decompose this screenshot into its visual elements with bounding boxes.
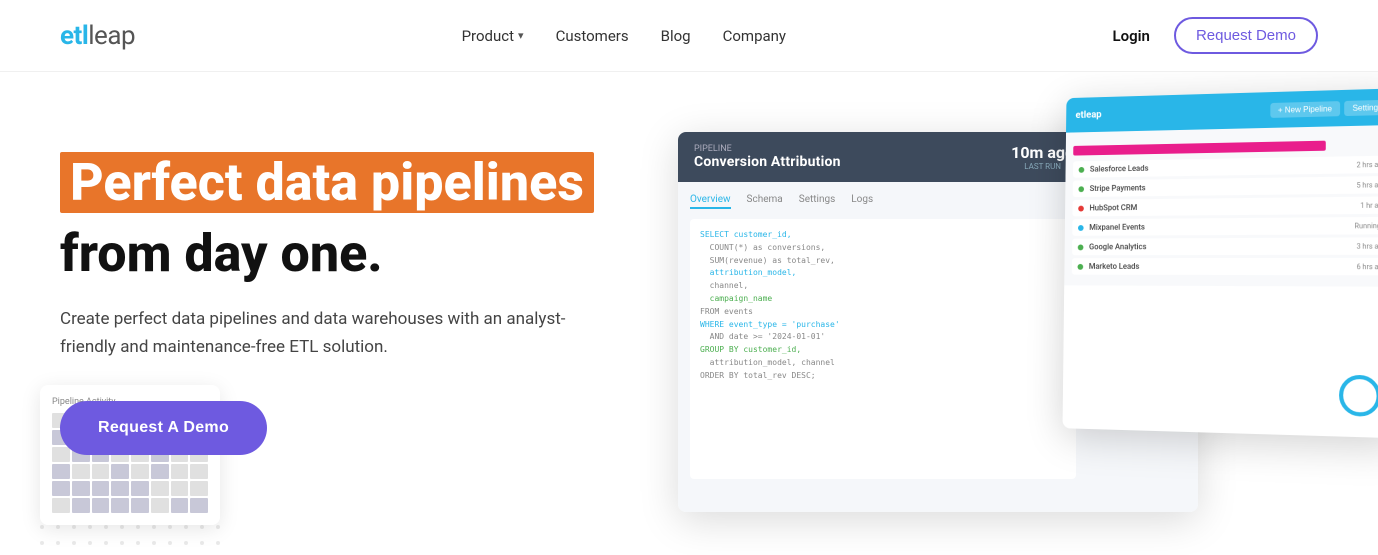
pipeline-name: Salesforce Leads bbox=[1090, 160, 1351, 173]
tab-settings[interactable]: Settings bbox=[799, 194, 836, 209]
headline-rest: from day one. bbox=[60, 225, 383, 282]
nav-customers[interactable]: Customers bbox=[556, 27, 629, 45]
second-logo: etleap bbox=[1075, 109, 1101, 120]
login-link[interactable]: Login bbox=[1113, 27, 1150, 45]
subheadline: Create perfect data pipelines and data w… bbox=[60, 306, 580, 360]
tab-logs[interactable]: Logs bbox=[851, 194, 873, 209]
pipeline-name: Marketo Leads bbox=[1089, 262, 1351, 271]
pipeline-list: Salesforce Leads 2 hrs ago Stripe Payments… bbox=[1064, 125, 1378, 287]
pipeline-label: PIPELINE bbox=[694, 144, 1001, 154]
nav-company[interactable]: Company bbox=[723, 27, 786, 45]
list-item[interactable]: Google Analytics 3 hrs ago bbox=[1072, 237, 1378, 255]
status-dot bbox=[1078, 205, 1084, 211]
status-dot bbox=[1078, 225, 1084, 231]
new-pipeline-btn[interactable]: + New Pipeline bbox=[1270, 101, 1340, 118]
circle-decoration bbox=[1339, 375, 1378, 417]
pipeline-name: Conversion Attribution bbox=[694, 154, 1001, 170]
accent-bar bbox=[1073, 141, 1326, 156]
logo-etl: etl bbox=[60, 21, 88, 51]
headline-highlight: Perfect data pipelines bbox=[60, 152, 594, 213]
nav-blog[interactable]: Blog bbox=[661, 27, 691, 45]
navbar: etlleap Product Customers Blog Company L… bbox=[0, 0, 1378, 72]
headline: Perfect data pipelines from day one. bbox=[60, 152, 700, 282]
settings-btn[interactable]: Settings bbox=[1344, 99, 1378, 115]
logo[interactable]: etlleap bbox=[60, 21, 135, 51]
status-dot bbox=[1079, 166, 1085, 172]
request-demo-nav-button[interactable]: Request Demo bbox=[1174, 17, 1318, 54]
hero-visuals: PIPELINE Conversion Attribution 10m ago … bbox=[678, 92, 1378, 555]
pipeline-time: 1 hr ago bbox=[1360, 201, 1378, 209]
nav-links: Product Customers Blog Company bbox=[462, 26, 786, 45]
hero-content: Perfect data pipelines from day one. Cre… bbox=[60, 152, 700, 455]
cta-button[interactable]: Request A Demo bbox=[60, 401, 267, 455]
list-item[interactable]: Marketo Leads 6 hrs ago bbox=[1072, 258, 1378, 275]
list-item[interactable]: HubSpot CRM 1 hr ago bbox=[1073, 196, 1378, 216]
code-panel: SELECT customer_id, COUNT(*) as conversi… bbox=[690, 219, 1076, 479]
last-run-val: 10m ago bbox=[1011, 143, 1074, 162]
logo-leap: leap bbox=[88, 21, 135, 51]
status-dot bbox=[1078, 186, 1084, 192]
pipeline-time: 2 hrs ago bbox=[1357, 160, 1378, 169]
pipeline-time: Running... bbox=[1355, 221, 1378, 229]
pipeline-time: 5 hrs ago bbox=[1357, 181, 1378, 190]
pipeline-name: HubSpot CRM bbox=[1089, 201, 1354, 213]
tab-schema[interactable]: Schema bbox=[747, 194, 783, 209]
hero-section: const dg = document.querySelector('.dot-… bbox=[0, 72, 1378, 555]
pipeline-name: Mixpanel Events bbox=[1089, 221, 1348, 232]
pipeline-time: 6 hrs ago bbox=[1357, 263, 1378, 271]
nav-right: Login Request Demo bbox=[1113, 17, 1318, 54]
pipeline-rows: Salesforce Leads 2 hrs ago Stripe Payments… bbox=[1072, 156, 1378, 276]
list-item[interactable]: Mixpanel Events Running... bbox=[1072, 217, 1378, 236]
dashboard-second: etleap + New Pipeline Settings Salesforc… bbox=[1063, 88, 1378, 438]
list-item[interactable]: Stripe Payments 5 hrs ago bbox=[1073, 176, 1378, 197]
list-item[interactable]: Salesforce Leads 2 hrs ago bbox=[1073, 156, 1378, 178]
pipeline-name: Stripe Payments bbox=[1090, 181, 1351, 193]
pipeline-time: 3 hrs ago bbox=[1357, 242, 1378, 250]
status-dot bbox=[1078, 244, 1084, 250]
nav-product[interactable]: Product bbox=[462, 27, 524, 45]
status-dot bbox=[1078, 263, 1084, 269]
pipeline-name: Google Analytics bbox=[1089, 242, 1350, 252]
